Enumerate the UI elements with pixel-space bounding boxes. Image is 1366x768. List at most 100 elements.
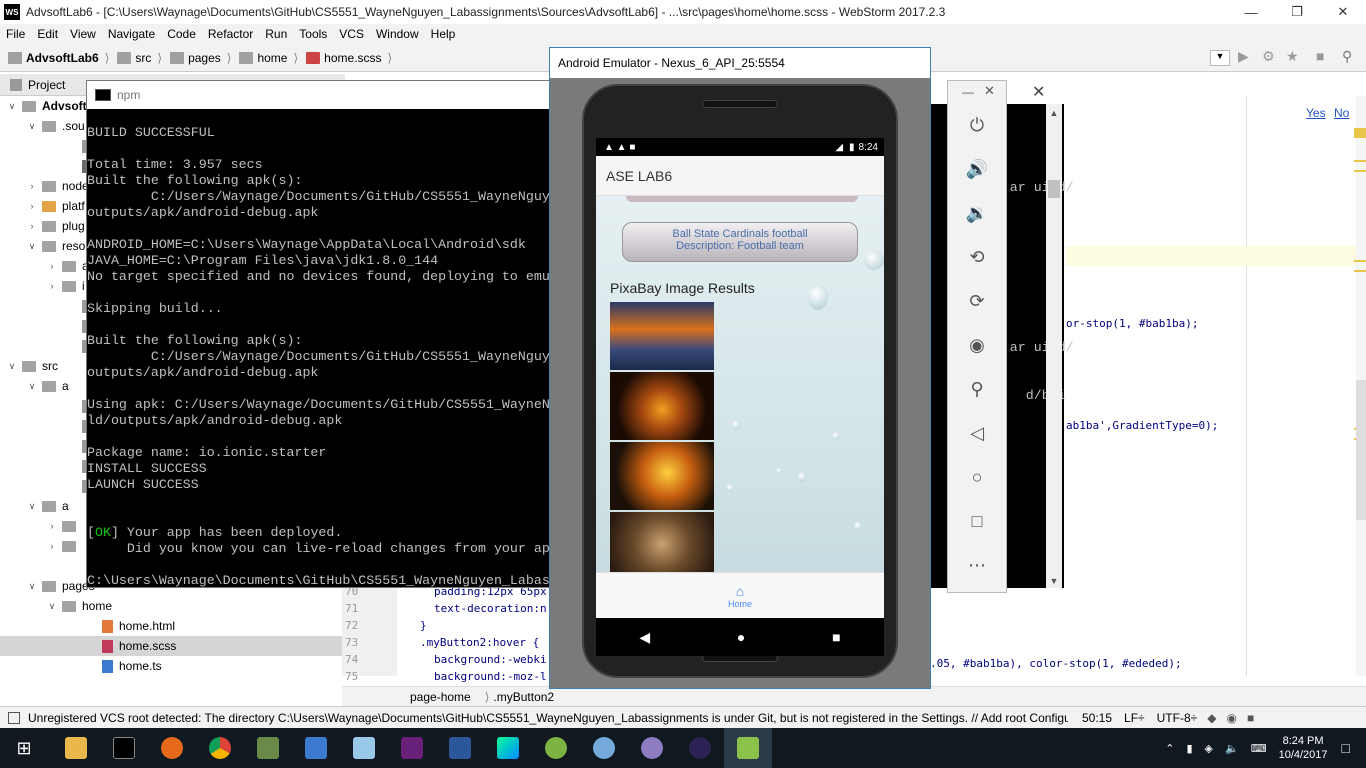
- result-image[interactable]: [610, 302, 714, 370]
- phone-screen[interactable]: ▲ ▲ ■ ◢ ▮ 8:24 ASE LAB6 Ball State Cardi: [596, 138, 884, 618]
- coverage-icon[interactable]: ★: [1286, 48, 1299, 65]
- chevron-down-icon[interactable]: ∨: [46, 601, 58, 612]
- menu-file[interactable]: File: [0, 27, 31, 41]
- chevron-right-icon[interactable]: ›: [46, 281, 58, 291]
- rotate-left-icon[interactable]: ⟲: [948, 237, 1006, 277]
- chevron-down-icon[interactable]: ∨: [26, 121, 38, 132]
- code-line[interactable]: }: [420, 619, 548, 632]
- breadcrumb-file[interactable]: home.scss ⟩: [306, 51, 392, 65]
- battery-tray-icon[interactable]: ▮: [1186, 742, 1192, 755]
- chevron-right-icon[interactable]: ›: [46, 261, 58, 271]
- result-image[interactable]: [610, 512, 714, 576]
- volume-tray-icon[interactable]: 🔈: [1225, 742, 1239, 755]
- taskbar-word[interactable]: [436, 728, 484, 768]
- start-button[interactable]: ⊞: [0, 728, 48, 768]
- tree-item[interactable]: home.ts: [0, 656, 342, 676]
- result-image[interactable]: [610, 442, 714, 510]
- taskbar-file-explorer[interactable]: [52, 728, 100, 768]
- menu-view[interactable]: View: [64, 27, 102, 41]
- close-button[interactable]: ✕: [1320, 0, 1366, 24]
- editor-scroll-thumb[interactable]: [1356, 380, 1366, 520]
- taskbar-firefox[interactable]: [148, 728, 196, 768]
- chevron-right-icon[interactable]: ›: [46, 521, 58, 531]
- run-config-dropdown[interactable]: ▼: [1210, 50, 1230, 66]
- tree-item[interactable]: home.scss: [0, 636, 342, 656]
- console-close-button[interactable]: ✕: [1032, 82, 1045, 102]
- chevron-right-icon[interactable]: ›: [26, 201, 38, 211]
- tree-item[interactable]: home.html: [0, 616, 342, 636]
- maximize-button[interactable]: ❐: [1274, 0, 1320, 24]
- lock-icon[interactable]: ◆: [1207, 711, 1216, 725]
- menu-run[interactable]: Run: [259, 27, 293, 41]
- camera-icon[interactable]: ◉: [948, 325, 1006, 365]
- status-toggle-icon[interactable]: [8, 711, 20, 724]
- cursor-position[interactable]: 50:15: [1082, 711, 1112, 725]
- home-tab-icon[interactable]: ⌂: [736, 583, 744, 599]
- notifications-icon[interactable]: □: [1342, 740, 1350, 756]
- menu-edit[interactable]: Edit: [31, 27, 64, 41]
- menu-window[interactable]: Window: [370, 27, 425, 41]
- result-image[interactable]: [610, 372, 714, 440]
- menu-help[interactable]: Help: [425, 27, 462, 41]
- taskbar-visual-studio[interactable]: [388, 728, 436, 768]
- home-icon[interactable]: ○: [948, 457, 1006, 497]
- taskbar-webstorm[interactable]: [484, 728, 532, 768]
- menu-code[interactable]: Code: [161, 27, 202, 41]
- more-icon[interactable]: ⋯: [948, 545, 1006, 585]
- ball-state-button[interactable]: Ball State Cardinals football Descriptio…: [622, 222, 858, 262]
- debug-icon[interactable]: ⚙: [1262, 48, 1275, 65]
- toolbar-close-button[interactable]: ✕: [984, 83, 995, 99]
- android-back-icon[interactable]: ◀: [639, 629, 650, 646]
- inspector-icon[interactable]: ◉: [1226, 711, 1236, 725]
- taskbar-github[interactable]: [628, 728, 676, 768]
- breadcrumb-pages[interactable]: pages ⟩: [170, 51, 231, 65]
- breadcrumb-src[interactable]: src ⟩: [117, 51, 162, 65]
- overview-icon[interactable]: □: [948, 501, 1006, 541]
- menu-navigate[interactable]: Navigate: [102, 27, 161, 41]
- taskbar-eclipse[interactable]: [676, 728, 724, 768]
- chevron-down-icon[interactable]: ∨: [6, 361, 18, 372]
- minimize-button[interactable]: —: [1228, 0, 1274, 24]
- status-message[interactable]: Unregistered VCS root detected: The dire…: [28, 711, 1068, 725]
- power-icon[interactable]: ⏻: [948, 105, 1006, 145]
- console-scrollbar[interactable]: ▲ ▼: [1046, 104, 1062, 588]
- wifi-icon[interactable]: ◈: [1205, 742, 1213, 755]
- chevron-right-icon[interactable]: ›: [26, 221, 38, 231]
- volume-up-icon[interactable]: 🔊: [948, 149, 1006, 189]
- taskbar-notepad[interactable]: [292, 728, 340, 768]
- chevron-down-icon[interactable]: ∨: [26, 241, 38, 252]
- chevron-right-icon[interactable]: ›: [46, 541, 58, 551]
- line-separator[interactable]: LF÷: [1124, 711, 1145, 725]
- tree-item[interactable]: ∨ home: [0, 596, 342, 616]
- tray-chevron-icon[interactable]: ⌃: [1165, 742, 1174, 755]
- android-recents-icon[interactable]: ■: [832, 629, 840, 645]
- chevron-down-icon[interactable]: ∨: [6, 101, 18, 112]
- volume-down-icon[interactable]: 🔉: [948, 193, 1006, 233]
- clock[interactable]: 8:24 PM 10/4/2017: [1279, 734, 1328, 762]
- editor-crumb-page-home[interactable]: page-home: [410, 690, 471, 704]
- chevron-down-icon[interactable]: ∨: [26, 501, 38, 512]
- event-log-icon[interactable]: ■: [1247, 711, 1254, 725]
- menu-refactor[interactable]: Refactor: [202, 27, 259, 41]
- back-icon[interactable]: ◁: [948, 413, 1006, 453]
- no-link[interactable]: No: [1334, 106, 1349, 120]
- breadcrumb-home[interactable]: home ⟩: [239, 51, 298, 65]
- taskbar-emulator[interactable]: [724, 728, 772, 768]
- search-icon[interactable]: ⚲: [1342, 48, 1352, 65]
- zoom-icon[interactable]: ⚲: [948, 369, 1006, 409]
- code-line[interactable]: .myButton2:hover {: [420, 636, 548, 649]
- home-tab-label[interactable]: Home: [728, 599, 752, 609]
- chevron-down-icon[interactable]: ∨: [26, 381, 38, 392]
- previous-button-edge[interactable]: [626, 196, 858, 202]
- rotate-right-icon[interactable]: ⟳: [948, 281, 1006, 321]
- android-home-icon[interactable]: ●: [737, 629, 745, 645]
- keyboard-icon[interactable]: ⌨: [1251, 742, 1267, 755]
- menu-tools[interactable]: Tools: [293, 27, 333, 41]
- chevron-down-icon[interactable]: ∨: [26, 581, 38, 592]
- chevron-right-icon[interactable]: ›: [26, 181, 38, 191]
- menu-vcs[interactable]: VCS: [333, 27, 370, 41]
- file-encoding[interactable]: UTF-8÷: [1157, 711, 1198, 725]
- taskbar-rstudio[interactable]: [580, 728, 628, 768]
- code-line[interactable]: text-decoration:n: [434, 602, 562, 615]
- taskbar-tools[interactable]: [244, 728, 292, 768]
